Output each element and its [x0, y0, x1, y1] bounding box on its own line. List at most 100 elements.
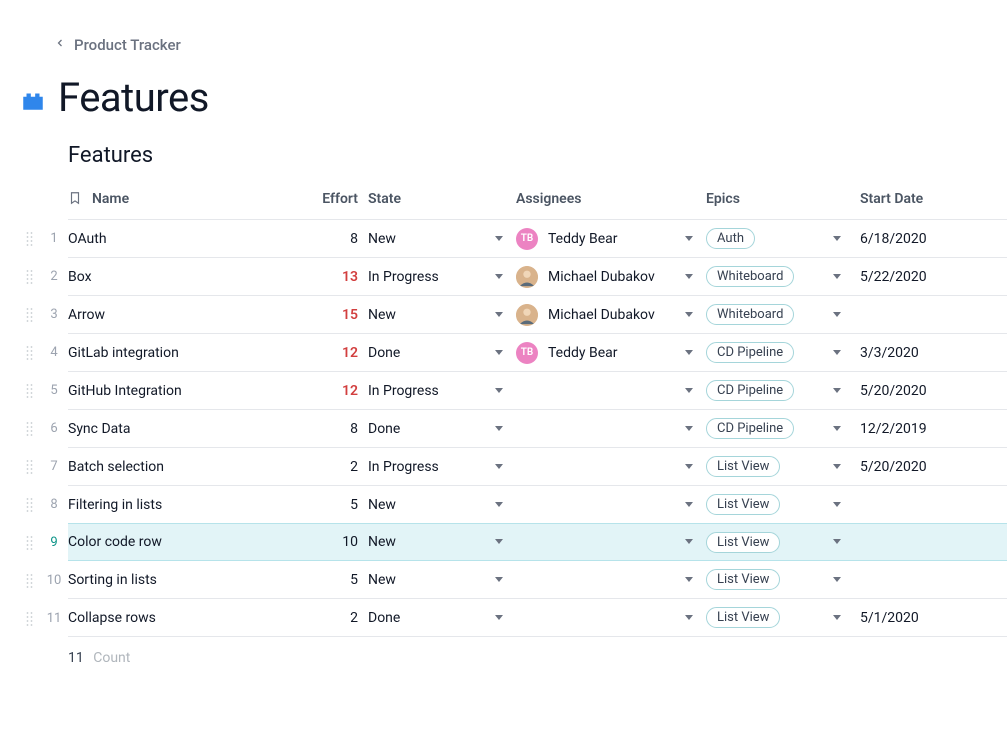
- table-row[interactable]: Filtering in lists5NewList View: [68, 486, 1007, 524]
- epic-dropdown-icon[interactable]: [832, 424, 842, 434]
- row-number[interactable]: 9: [40, 524, 68, 562]
- cell-effort[interactable]: 12: [318, 345, 368, 361]
- epic-dropdown-icon[interactable]: [832, 348, 842, 358]
- cell-effort[interactable]: 8: [318, 231, 368, 247]
- cell-start-date[interactable]: 5/20/2020: [854, 459, 994, 475]
- state-dropdown-icon[interactable]: [494, 272, 504, 282]
- table-row[interactable]: Batch selection2In ProgressList View5/20…: [68, 448, 1007, 486]
- row-drag-handle[interactable]: [20, 220, 40, 258]
- state-dropdown-icon[interactable]: [494, 424, 504, 434]
- assignee-dropdown-icon[interactable]: [684, 462, 694, 472]
- cell-name[interactable]: Collapse rows: [68, 610, 156, 626]
- row-drag-handle[interactable]: [20, 562, 40, 600]
- table-row[interactable]: Color code row 10New List View: [68, 523, 1007, 561]
- col-header-effort[interactable]: Effort: [318, 191, 368, 207]
- table-row[interactable]: Box13In ProgressMichael DubakovWhiteboar…: [68, 258, 1007, 296]
- epic-dropdown-icon[interactable]: [832, 575, 842, 585]
- epic-tag[interactable]: List View: [706, 456, 780, 477]
- row-drag-handle[interactable]: [20, 296, 40, 334]
- cell-effort[interactable]: 5: [318, 572, 368, 588]
- row-number[interactable]: 3: [40, 296, 68, 334]
- row-number[interactable]: 10: [40, 562, 68, 600]
- cell-effort[interactable]: 2: [318, 610, 368, 626]
- assignee-dropdown-icon[interactable]: [684, 272, 694, 282]
- state-dropdown-icon[interactable]: [494, 386, 504, 396]
- epic-dropdown-icon[interactable]: [832, 272, 842, 282]
- assignee-dropdown-icon[interactable]: [684, 537, 694, 547]
- row-drag-handle[interactable]: [20, 410, 40, 448]
- table-row[interactable]: OAuth8NewTBTeddy BearAuth6/18/2020: [68, 220, 1007, 258]
- row-drag-handle[interactable]: [20, 258, 40, 296]
- chevron-left-icon[interactable]: [54, 37, 66, 53]
- cell-start-date[interactable]: 5/1/2020: [854, 610, 994, 626]
- assignee-dropdown-icon[interactable]: [684, 386, 694, 396]
- state-dropdown-icon[interactable]: [494, 462, 504, 472]
- cell-name[interactable]: GitHub Integration: [68, 383, 182, 399]
- assignee-dropdown-icon[interactable]: [684, 575, 694, 585]
- state-dropdown-icon[interactable]: [494, 500, 504, 510]
- row-number[interactable]: 8: [40, 486, 68, 524]
- cell-name[interactable]: Color code row: [68, 534, 162, 550]
- cell-start-date[interactable]: 5/22/2020: [854, 269, 994, 285]
- cell-name[interactable]: Batch selection: [68, 459, 164, 475]
- epic-tag[interactable]: List View: [706, 494, 780, 515]
- row-drag-handle[interactable]: [20, 524, 40, 562]
- cell-start-date[interactable]: 5/20/2020: [854, 383, 994, 399]
- cell-state[interactable]: New: [368, 231, 396, 247]
- state-dropdown-icon[interactable]: [494, 348, 504, 358]
- table-row[interactable]: Arrow15NewMichael DubakovWhiteboard: [68, 296, 1007, 334]
- row-number[interactable]: 4: [40, 334, 68, 372]
- row-number[interactable]: 6: [40, 410, 68, 448]
- assignee-dropdown-icon[interactable]: [684, 500, 694, 510]
- cell-effort[interactable]: 10: [318, 534, 368, 550]
- epic-dropdown-icon[interactable]: [832, 500, 842, 510]
- breadcrumb-back[interactable]: Product Tracker: [74, 36, 181, 54]
- epic-dropdown-icon[interactable]: [832, 613, 842, 623]
- avatar[interactable]: [516, 304, 538, 326]
- row-drag-handle[interactable]: [20, 372, 40, 410]
- assignee-dropdown-icon[interactable]: [684, 234, 694, 244]
- epic-tag[interactable]: Auth: [706, 228, 755, 249]
- cell-start-date[interactable]: 6/18/2020: [854, 231, 994, 247]
- cell-state[interactable]: Done: [368, 345, 400, 361]
- assignee-dropdown-icon[interactable]: [684, 424, 694, 434]
- row-drag-handle[interactable]: [20, 486, 40, 524]
- table-row[interactable]: Collapse rows 2Done List View 5/1/2020: [68, 599, 1007, 637]
- epic-dropdown-icon[interactable]: [832, 386, 842, 396]
- epic-dropdown-icon[interactable]: [832, 462, 842, 472]
- cell-start-date[interactable]: 12/2/2019: [854, 421, 994, 437]
- cell-state[interactable]: New: [368, 534, 396, 550]
- col-header-startdate[interactable]: Start Date: [854, 191, 994, 207]
- epic-tag[interactable]: CD Pipeline: [706, 342, 794, 363]
- epic-tag[interactable]: List View: [706, 532, 780, 553]
- row-number[interactable]: 1: [40, 220, 68, 258]
- row-number[interactable]: 5: [40, 372, 68, 410]
- row-drag-handle[interactable]: [20, 448, 40, 486]
- epic-dropdown-icon[interactable]: [832, 537, 842, 547]
- avatar[interactable]: TB: [516, 228, 538, 250]
- col-header-epics[interactable]: Epics: [706, 191, 854, 207]
- epic-tag[interactable]: List View: [706, 607, 780, 628]
- state-dropdown-icon[interactable]: [494, 575, 504, 585]
- cell-state[interactable]: Done: [368, 610, 400, 626]
- cell-start-date[interactable]: 3/3/2020: [854, 345, 994, 361]
- cell-name[interactable]: OAuth: [68, 231, 107, 247]
- epic-dropdown-icon[interactable]: [832, 234, 842, 244]
- col-header-name[interactable]: Name: [68, 191, 318, 207]
- table-row[interactable]: Sync Data8DoneCD Pipeline12/2/2019: [68, 410, 1007, 448]
- assignee-dropdown-icon[interactable]: [684, 348, 694, 358]
- table-row[interactable]: GitLab integration12DoneTBTeddy BearCD P…: [68, 334, 1007, 372]
- epic-tag[interactable]: Whiteboard: [706, 266, 794, 287]
- epic-tag[interactable]: CD Pipeline: [706, 418, 794, 439]
- cell-effort[interactable]: 12: [318, 383, 368, 399]
- cell-state[interactable]: In Progress: [368, 269, 439, 285]
- table-row[interactable]: GitHub Integration12In ProgressCD Pipeli…: [68, 372, 1007, 410]
- cell-effort[interactable]: 13: [318, 269, 368, 285]
- row-number[interactable]: 11: [40, 600, 68, 638]
- cell-state[interactable]: New: [368, 572, 396, 588]
- epic-dropdown-icon[interactable]: [832, 310, 842, 320]
- state-dropdown-icon[interactable]: [494, 310, 504, 320]
- cell-effort[interactable]: 5: [318, 497, 368, 513]
- cell-name[interactable]: Filtering in lists: [68, 497, 162, 513]
- row-number[interactable]: 2: [40, 258, 68, 296]
